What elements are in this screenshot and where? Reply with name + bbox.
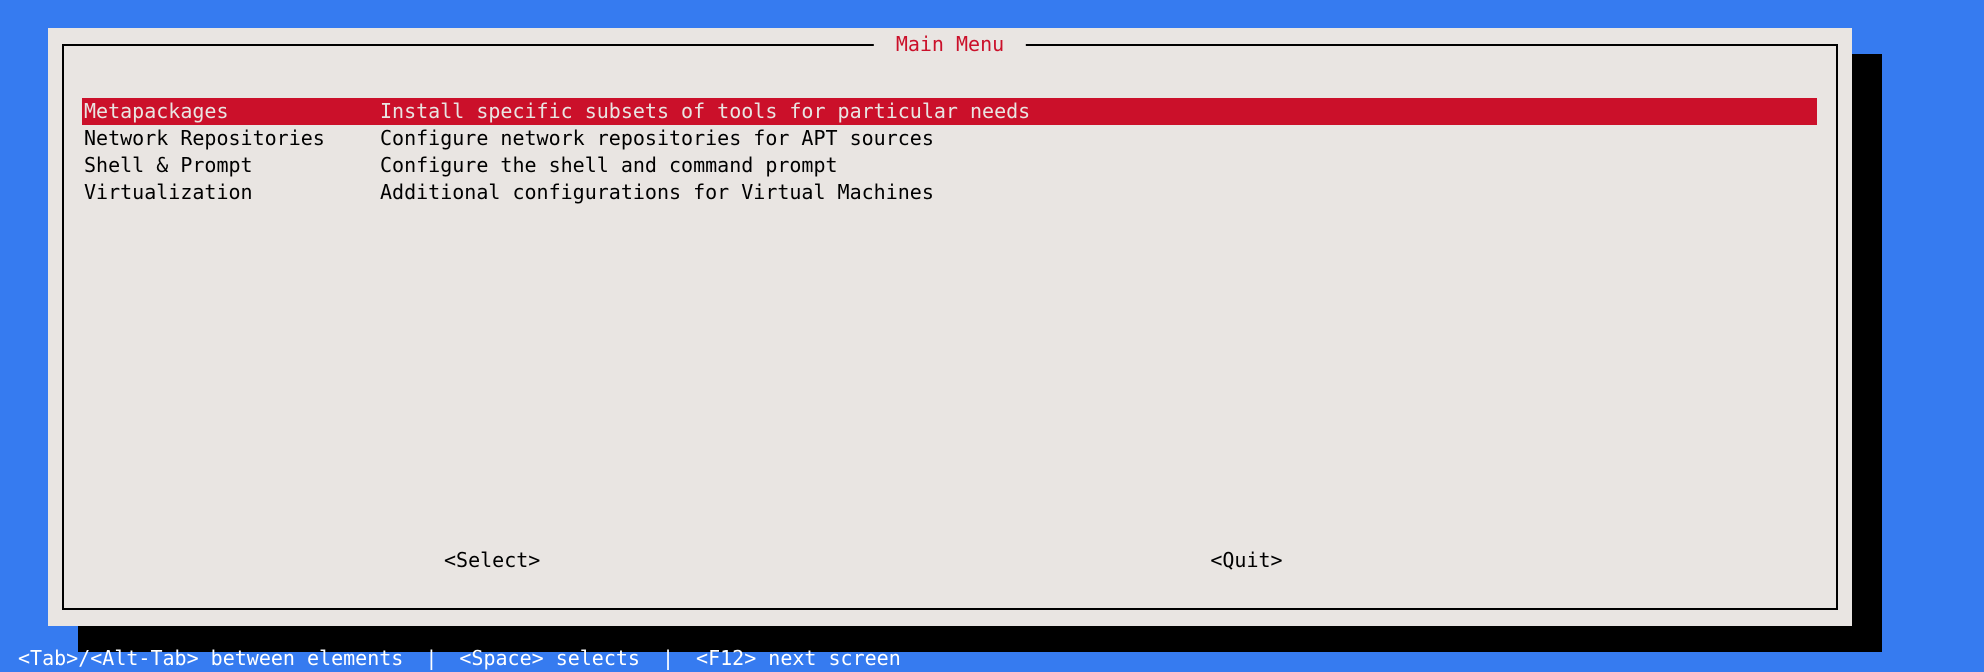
- footer-hints: <Tab>/<Alt-Tab> between elements | <Spac…: [0, 644, 1984, 672]
- menu-item-desc: Install specific subsets of tools for pa…: [380, 98, 1817, 125]
- hint-f12: <F12> next screen: [696, 646, 901, 670]
- menu-list: Metapackages Install specific subsets of…: [82, 98, 1817, 206]
- menu-item-network-repositories[interactable]: Network Repositories Configure network r…: [82, 125, 1817, 152]
- hint-separator: |: [662, 646, 674, 670]
- menu-item-label: Shell & Prompt: [82, 152, 380, 179]
- menu-item-shell-prompt[interactable]: Shell & Prompt Configure the shell and c…: [82, 152, 1817, 179]
- hint-space: <Space> selects: [459, 646, 640, 670]
- hint-separator: |: [425, 646, 437, 670]
- select-button[interactable]: <Select>: [444, 548, 540, 572]
- main-menu-dialog: Main Menu Metapackages Install specific …: [48, 28, 1852, 626]
- menu-item-desc: Configure network repositories for APT s…: [380, 125, 1817, 152]
- menu-item-desc: Additional configurations for Virtual Ma…: [380, 179, 1817, 206]
- dialog-title: Main Menu: [874, 32, 1026, 56]
- menu-item-desc: Configure the shell and command prompt: [380, 152, 1817, 179]
- hint-tab: <Tab>/<Alt-Tab> between elements: [18, 646, 403, 670]
- menu-item-label: Metapackages: [82, 98, 380, 125]
- dialog-border: Main Menu Metapackages Install specific …: [62, 44, 1838, 610]
- quit-button[interactable]: <Quit>: [1210, 548, 1282, 572]
- menu-item-label: Virtualization: [82, 179, 380, 206]
- menu-item-virtualization[interactable]: Virtualization Additional configurations…: [82, 179, 1817, 206]
- dialog-buttons: <Select> <Quit>: [64, 548, 1836, 572]
- menu-item-label: Network Repositories: [82, 125, 380, 152]
- menu-item-metapackages[interactable]: Metapackages Install specific subsets of…: [82, 98, 1817, 125]
